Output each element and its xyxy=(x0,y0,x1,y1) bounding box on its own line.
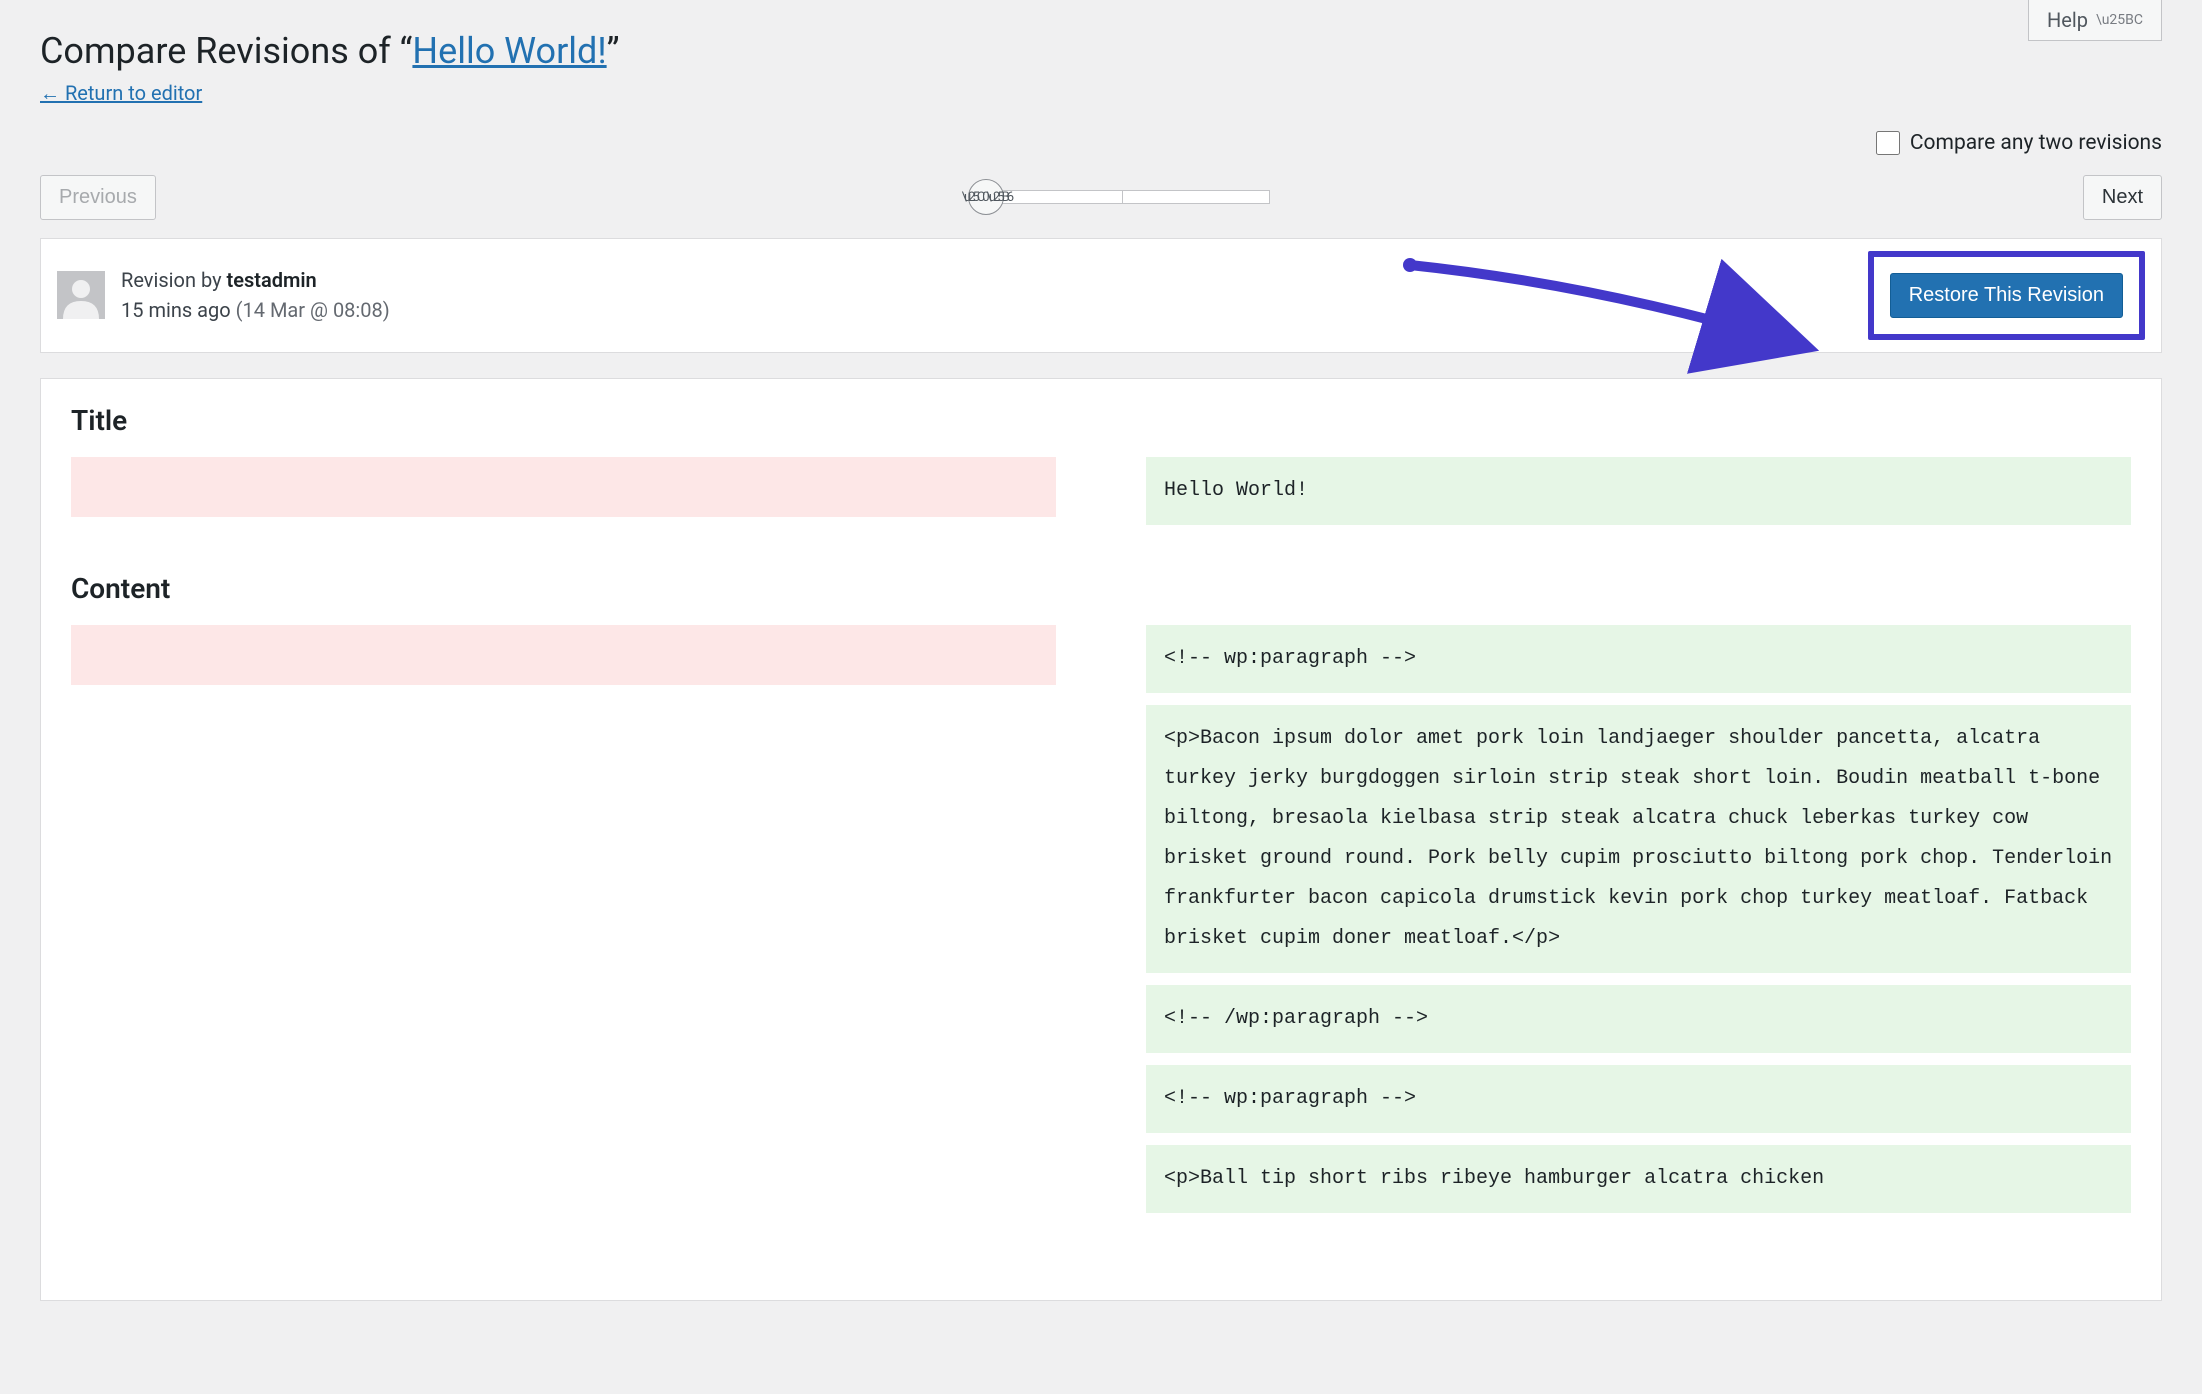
content-added-block-3: <!-- wp:paragraph --> xyxy=(1146,1065,2131,1133)
title-added-col: Hello World! xyxy=(1146,457,2131,537)
chevron-down-icon: \u25BC xyxy=(2096,12,2143,28)
content-removed-col xyxy=(71,625,1056,1225)
revision-header: Revision by testadmin 15 mins ago (14 Ma… xyxy=(40,238,2162,353)
revision-by-label: Revision by xyxy=(121,268,227,292)
content-added-block-0: <!-- wp:paragraph --> xyxy=(1146,625,2131,693)
help-tab[interactable]: Help \u25BC xyxy=(2028,0,2162,41)
slider-tick xyxy=(1122,191,1123,203)
slider-track[interactable] xyxy=(1000,190,1270,204)
content-removed-block xyxy=(71,625,1056,685)
revision-time: 15 mins ago xyxy=(121,298,236,322)
content-added-block-1: <p>Bacon ipsum dolor amet pork loin land… xyxy=(1146,705,2131,973)
slider-arrows-icon: \u25C0\u25B6 xyxy=(962,190,1011,205)
page-title: Compare Revisions of “Hello World!” xyxy=(40,28,2162,75)
page-title-prefix: Compare Revisions of “ xyxy=(40,30,412,72)
next-button[interactable]: Next xyxy=(2083,175,2162,220)
diff-body: Title Hello World! Content <!-- wp:parag… xyxy=(40,378,2162,1301)
avatar xyxy=(57,271,105,319)
slider-handle[interactable]: \u25C0\u25B6 xyxy=(968,179,1004,215)
content-added-col: <!-- wp:paragraph --> <p>Bacon ipsum dol… xyxy=(1146,625,2131,1225)
restore-button-highlight: Restore This Revision xyxy=(1868,251,2145,340)
title-removed-col xyxy=(71,457,1056,537)
section-title-heading: Title xyxy=(71,404,2131,437)
compare-any-checkbox[interactable] xyxy=(1876,131,1900,155)
revision-slider[interactable]: \u25C0\u25B6 xyxy=(968,179,1270,215)
revision-date: (14 Mar @ 08:08) xyxy=(236,298,390,322)
help-label: Help xyxy=(2047,8,2088,32)
content-added-block-4: <p>Ball tip short ribs ribeye hamburger … xyxy=(1146,1145,2131,1213)
title-removed-block xyxy=(71,457,1056,517)
restore-revision-button[interactable]: Restore This Revision xyxy=(1890,273,2123,318)
return-to-editor-link[interactable]: ← Return to editor xyxy=(40,81,202,106)
revision-user: testadmin xyxy=(227,268,317,292)
content-added-block-2: <!-- /wp:paragraph --> xyxy=(1146,985,2131,1053)
title-added-block: Hello World! xyxy=(1146,457,2131,525)
page-title-suffix: ” xyxy=(607,30,620,72)
post-title-link[interactable]: Hello World! xyxy=(412,30,606,72)
section-content-heading: Content xyxy=(71,572,2131,605)
previous-button[interactable]: Previous xyxy=(40,175,156,220)
compare-any-label: Compare any two revisions xyxy=(1910,131,2162,155)
